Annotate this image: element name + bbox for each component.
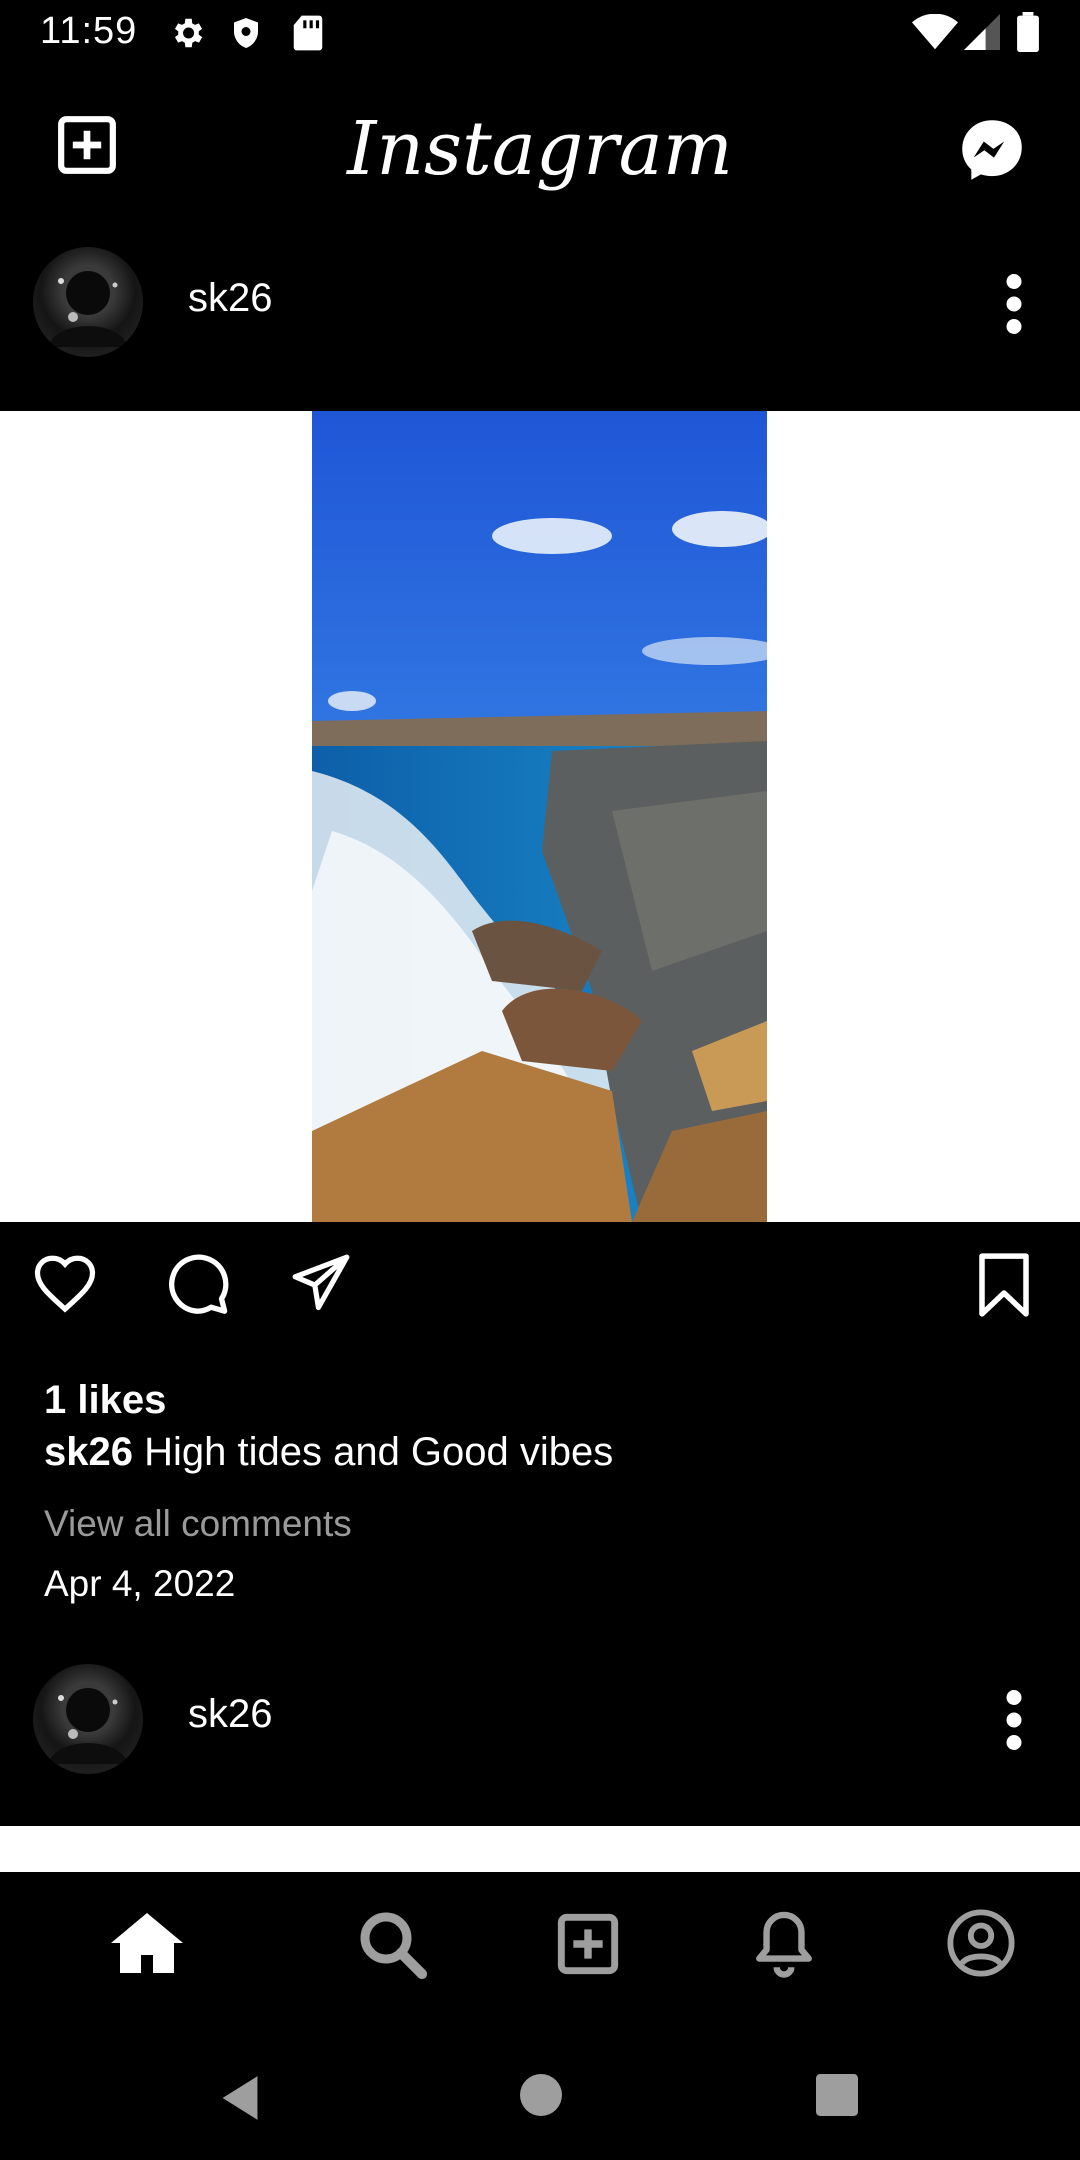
post-actions [0,1222,1080,1362]
app-logo: Instagram [347,106,733,192]
likes-count[interactable]: 1 likes [44,1378,166,1423]
shield-icon [228,14,264,57]
avatar[interactable] [33,247,143,357]
app-header: Instagram [0,66,1080,236]
home-circle-icon[interactable] [520,2074,562,2121]
like-icon[interactable] [32,1252,98,1319]
settings-icon [168,14,206,57]
status-time: 11:59 [40,10,138,52]
post-header: sk26 [0,236,1080,406]
messenger-icon[interactable] [958,116,1026,189]
post-date: Apr 4, 2022 [44,1563,236,1604]
home-icon[interactable] [108,1910,186,1981]
view-all-comments-link[interactable]: View all comments [44,1503,352,1545]
avatar[interactable] [33,1664,143,1774]
sd-card-icon [292,14,324,57]
next-post-header: sk26 [0,1652,1080,1822]
notifications-icon[interactable] [752,1908,816,1985]
battery-icon [1016,12,1040,57]
caption-text: High tides and Good vibes [132,1430,614,1474]
post-photo [312,411,767,1222]
status-bar: 11:59 [0,0,1080,66]
caption: sk26 High tides and Good vibes [44,1430,613,1475]
next-post-username[interactable]: sk26 [188,1692,273,1737]
signal-icon [964,14,1000,55]
post-media[interactable] [0,411,1080,1222]
search-icon[interactable] [356,1908,428,1985]
more-options-icon[interactable] [1000,1690,1028,1755]
more-options-icon[interactable] [1000,274,1028,339]
wifi-icon [912,13,958,55]
caption-username[interactable]: sk26 [44,1430,133,1474]
next-post-media-edge [0,1826,1080,1872]
back-icon[interactable] [218,2074,262,2127]
add-icon[interactable] [556,1912,620,1981]
bookmark-icon[interactable] [976,1252,1032,1323]
recents-icon[interactable] [816,2074,858,2121]
share-icon[interactable] [290,1252,352,1319]
bottom-navigation [0,1872,1080,2022]
system-navigation [0,2022,1080,2160]
comment-icon[interactable] [162,1252,232,1319]
post-username[interactable]: sk26 [188,276,273,321]
profile-icon[interactable] [946,1908,1016,1983]
